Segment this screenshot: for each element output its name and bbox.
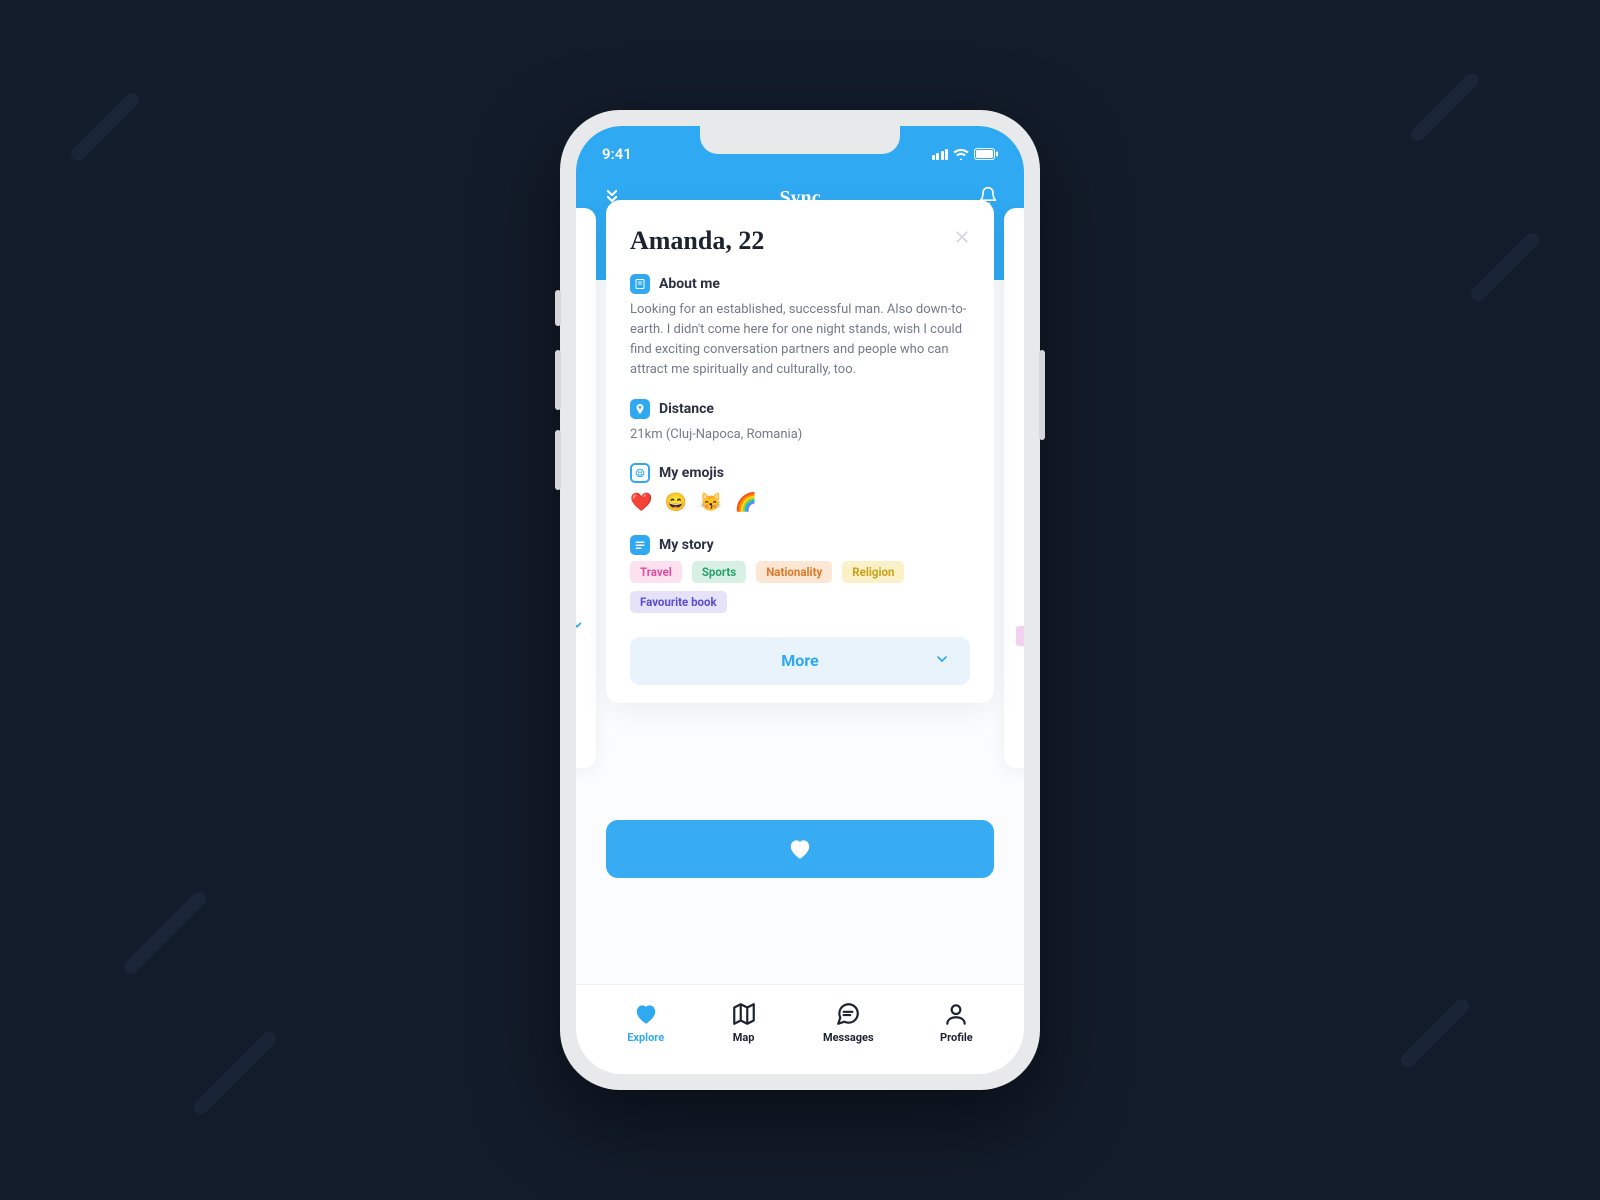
tab-label: Profile — [940, 1031, 973, 1044]
close-icon — [954, 229, 970, 245]
phone-side-button — [555, 350, 561, 410]
next-card-peek[interactable] — [1004, 208, 1024, 768]
phone-side-button — [555, 290, 561, 326]
bg-decoration — [121, 889, 209, 977]
distance-icon — [630, 399, 650, 419]
prev-card-peek[interactable] — [576, 208, 596, 768]
story-tag[interactable]: Travel — [630, 561, 682, 583]
story-icon — [630, 535, 650, 555]
distance-text: 21km (Cluj-Napoca, Romania) — [630, 425, 970, 445]
cards-area: Amanda, 22 About me Looking for an estab… — [576, 280, 1024, 984]
phone-frame: 9:41 Sync — [560, 110, 1040, 1090]
peek-tag — [1016, 626, 1024, 646]
tab-map[interactable]: Map — [731, 1001, 757, 1044]
profile-title: Amanda, 22 — [630, 226, 764, 256]
phone-screen: 9:41 Sync — [576, 126, 1024, 1074]
tab-label: Messages — [823, 1031, 874, 1044]
wifi-icon — [953, 148, 969, 160]
more-label: More — [781, 651, 818, 670]
chevron-down-icon — [934, 651, 950, 671]
story-section: My story Travel Sports Nationality Religion… — [630, 535, 970, 613]
about-label: About me — [659, 276, 720, 292]
story-tag[interactable]: Favourite book — [630, 591, 727, 613]
heart-icon — [633, 1001, 659, 1027]
signal-icon — [932, 149, 949, 160]
message-icon — [835, 1001, 861, 1027]
tab-profile[interactable]: Profile — [940, 1001, 973, 1044]
bg-decoration — [68, 90, 142, 164]
profile-card: Amanda, 22 About me Looking for an estab… — [606, 200, 994, 703]
emojis-section: My emojis ❤️ 😄 😽 🌈 — [630, 463, 970, 517]
like-button[interactable] — [606, 820, 994, 878]
distance-label: Distance — [659, 401, 714, 417]
tab-bar: Explore Map Messages Profile — [576, 984, 1024, 1074]
about-text: Looking for an established, successful m… — [630, 300, 970, 381]
story-tags: Travel Sports Nationality Religion Favourite… — [630, 561, 970, 613]
about-icon — [630, 274, 650, 294]
emojis-icon — [630, 463, 650, 483]
story-tag[interactable]: Religion — [842, 561, 904, 583]
close-button[interactable] — [954, 226, 970, 250]
more-button[interactable]: More — [630, 637, 970, 685]
status-time: 9:41 — [602, 145, 632, 163]
distance-section: Distance 21km (Cluj-Napoca, Romania) — [630, 399, 970, 445]
tab-label: Map — [733, 1031, 755, 1044]
battery-icon — [974, 148, 998, 160]
tab-messages[interactable]: Messages — [823, 1001, 874, 1044]
map-icon — [731, 1001, 757, 1027]
bg-decoration — [1468, 230, 1542, 304]
phone-side-button — [1039, 350, 1045, 440]
emojis-text: ❤️ 😄 😽 🌈 — [630, 489, 970, 517]
story-label: My story — [659, 537, 714, 553]
chevron-down-icon — [576, 618, 584, 636]
story-tag[interactable]: Sports — [692, 561, 746, 583]
phone-notch — [700, 126, 900, 154]
emojis-label: My emojis — [659, 465, 724, 481]
tab-explore[interactable]: Explore — [627, 1001, 664, 1044]
bg-decoration — [1408, 70, 1482, 144]
tab-label: Explore — [627, 1031, 664, 1044]
about-section: About me Looking for an established, suc… — [630, 274, 970, 381]
story-tag[interactable]: Nationality — [756, 561, 832, 583]
bg-decoration — [1398, 996, 1472, 1070]
bg-decoration — [191, 1029, 279, 1117]
heart-icon — [787, 836, 813, 862]
profile-icon — [943, 1001, 969, 1027]
phone-side-button — [555, 430, 561, 490]
